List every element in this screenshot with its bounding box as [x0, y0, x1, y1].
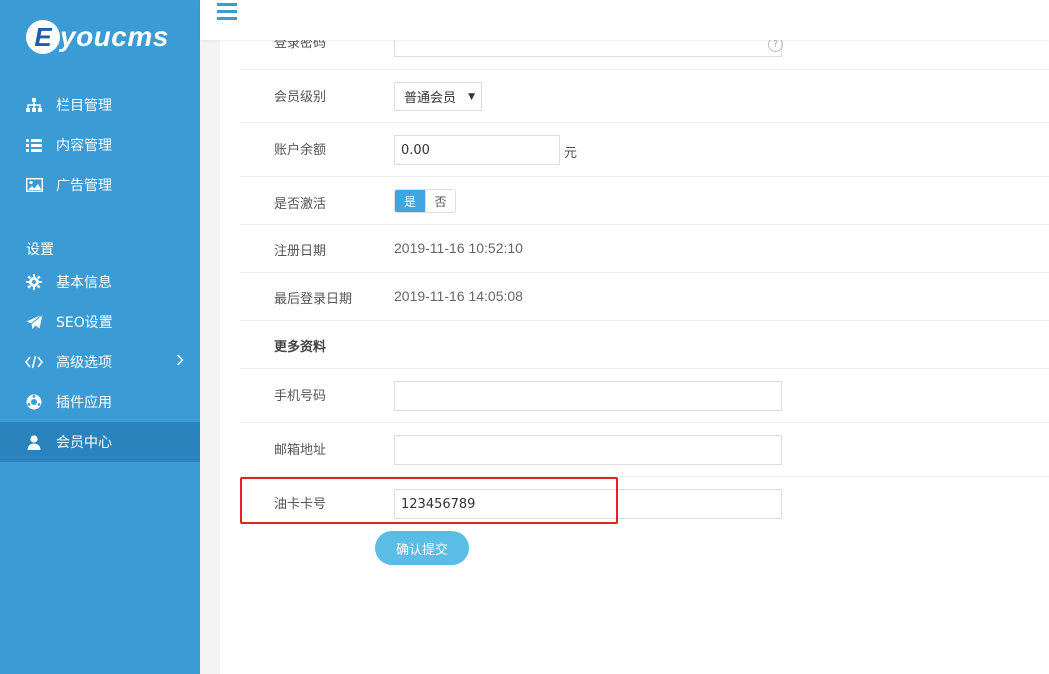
card-label: 油卡卡号	[274, 497, 327, 512]
code-icon	[25, 354, 43, 370]
reg-date-label: 注册日期	[274, 244, 327, 259]
email-input[interactable]	[394, 435, 782, 465]
user-icon	[25, 434, 43, 450]
form-row-last-login: 最后登录日期 2019-11-16 14:05:08	[240, 273, 1049, 321]
list-icon	[25, 137, 43, 153]
sidebar-item-label: 基本信息	[56, 275, 112, 291]
paper-plane-icon	[25, 314, 43, 330]
active-no-option[interactable]: 否	[425, 190, 455, 212]
chevron-down-icon: ▼	[468, 91, 475, 102]
level-select[interactable]: 普通会员 ▼	[394, 82, 482, 111]
reg-date-value: 2019-11-16 10:52:10	[394, 240, 523, 256]
section-label-settings: 设置	[26, 242, 54, 258]
form-row-email: 邮箱地址	[240, 423, 1049, 477]
balance-label: 账户余额	[274, 143, 327, 158]
active-toggle[interactable]: 是 否	[394, 189, 456, 213]
chevron-right-icon	[176, 354, 184, 370]
form-row-card: 油卡卡号 123456789	[240, 477, 1049, 531]
form-row-reg-date: 注册日期 2019-11-16 10:52:10	[240, 225, 1049, 273]
sidebar-item-plugins[interactable]: 插件应用	[0, 382, 200, 422]
form-row-active: 是否激活 是 否	[240, 177, 1049, 225]
top-bar	[200, 0, 1049, 40]
gear-icon	[25, 274, 43, 290]
more-info-heading: 更多资料	[274, 340, 327, 355]
form-row-level: 会员级别 普通会员 ▼	[240, 70, 1049, 123]
sidebar-item-members[interactable]: 会员中心	[0, 422, 200, 462]
sidebar-item-label: 会员中心	[56, 435, 112, 451]
level-label: 会员级别	[274, 90, 327, 105]
active-label: 是否激活	[274, 197, 327, 212]
image-icon	[25, 177, 43, 193]
sidebar-item-label: 广告管理	[56, 178, 112, 194]
card-input[interactable]: 123456789	[394, 489, 782, 519]
sidebar-item-label: SEO设置	[56, 315, 113, 331]
balance-input[interactable]: 0.00	[394, 135, 560, 165]
sidebar-item-label: 高级选项	[56, 355, 112, 371]
sidebar-item-label: 内容管理	[56, 138, 112, 154]
sidebar-item-label: 栏目管理	[56, 98, 112, 114]
sidebar-item-columns[interactable]: 栏目管理	[0, 85, 200, 125]
last-login-value: 2019-11-16 14:05:08	[394, 288, 523, 304]
email-label: 邮箱地址	[274, 443, 327, 458]
main-area: 登录密码 ? 会员级别 普通会员 ▼ 账户余额 0.00 元 是否激活 是 否 …	[200, 0, 1049, 674]
sidebar-item-seo[interactable]: SEO设置	[0, 302, 200, 342]
active-yes-option[interactable]: 是	[395, 190, 425, 212]
last-login-label: 最后登录日期	[274, 292, 353, 307]
logo[interactable]: E youcms	[26, 16, 169, 58]
sidebar-item-label: 插件应用	[56, 395, 112, 411]
sidebar-item-ads[interactable]: 广告管理	[0, 165, 200, 205]
puzzle-icon	[25, 394, 43, 410]
logo-text: youcms	[60, 21, 169, 52]
menu-toggle-icon[interactable]	[217, 3, 237, 21]
sitemap-icon	[25, 97, 43, 113]
form-row-balance: 账户余额 0.00 元	[240, 123, 1049, 177]
submit-button[interactable]: 确认提交	[375, 531, 469, 565]
sidebar-item-basic-info[interactable]: 基本信息	[0, 262, 200, 302]
sidebar-item-content[interactable]: 内容管理	[0, 125, 200, 165]
form-row-more: 更多资料	[240, 321, 1049, 369]
phone-input[interactable]	[394, 381, 782, 411]
level-select-value: 普通会员	[404, 91, 457, 106]
logo-mark: E	[26, 20, 60, 54]
sidebar-item-advanced[interactable]: 高级选项	[0, 342, 200, 382]
phone-label: 手机号码	[274, 389, 327, 404]
form-panel: 登录密码 ? 会员级别 普通会员 ▼ 账户余额 0.00 元 是否激活 是 否 …	[220, 0, 1049, 674]
sidebar: E youcms 栏目管理 内容管理 广告管理 设置 基本信息 SEO设置 高级…	[0, 0, 200, 674]
balance-unit: 元	[564, 146, 578, 161]
form-row-phone: 手机号码	[240, 369, 1049, 423]
